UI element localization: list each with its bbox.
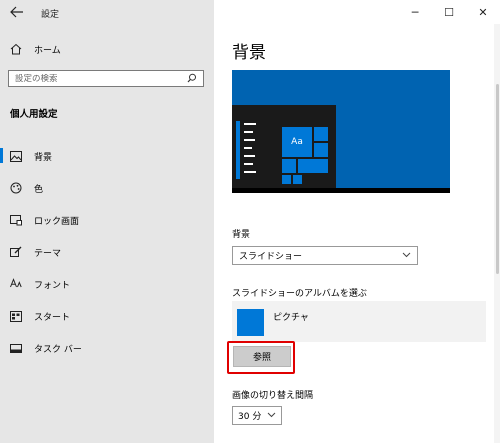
- sidebar-item-theme[interactable]: テーマ: [0, 236, 214, 268]
- search-icon[interactable]: [187, 72, 197, 86]
- search-input[interactable]: [15, 73, 175, 84]
- sidebar-item-label: テーマ: [34, 248, 62, 259]
- sidebar-item-label: 色: [34, 184, 44, 195]
- page-title: 背景: [232, 43, 266, 63]
- sidebar-item-label: フォント: [34, 280, 71, 291]
- maximize-icon[interactable]: ☐: [432, 0, 466, 24]
- theme-brush-icon: [10, 246, 22, 258]
- start-icon: [10, 310, 22, 322]
- sidebar-item-label: タスク バー: [34, 344, 82, 355]
- main-pane: ─ ☐ ✕ 背景 Aa 背景 スライドショー スライドショーのアルバムを選ぶ ピ…: [214, 0, 500, 443]
- preview-taskbar: [232, 188, 450, 193]
- sidebar-item-taskbar[interactable]: タスク バー: [0, 332, 214, 364]
- interval-value: 30 分: [238, 412, 262, 422]
- album-item[interactable]: ピクチャ: [232, 301, 486, 342]
- sidebar-nav: 背景 色 ロック画面 テーマ フォント スタート タスク バー: [0, 140, 214, 364]
- close-icon[interactable]: ✕: [466, 0, 500, 24]
- font-icon: [10, 278, 22, 290]
- sidebar-item-label: スタート: [34, 312, 71, 323]
- section-title: 個人用設定: [10, 109, 58, 120]
- home-link[interactable]: ホーム: [10, 41, 61, 57]
- chevron-down-icon: [267, 411, 276, 421]
- minimize-icon[interactable]: ─: [398, 0, 432, 24]
- preview-tile: Aa: [282, 127, 312, 157]
- album-name: ピクチャ: [273, 313, 309, 323]
- home-icon: [10, 43, 22, 55]
- sidebar-item-lock-screen[interactable]: ロック画面: [0, 204, 214, 236]
- sidebar-item-label: 背景: [34, 152, 53, 163]
- sidebar: 設定 ホーム 個人用設定 背景: [0, 0, 214, 443]
- search-box[interactable]: [8, 70, 204, 87]
- lock-screen-icon: [10, 214, 22, 226]
- background-value: スライドショー: [239, 252, 303, 262]
- sidebar-item-label: ロック画面: [34, 216, 80, 227]
- album-label: スライドショーのアルバムを選ぶ: [232, 289, 367, 299]
- background-dropdown[interactable]: スライドショー: [232, 246, 418, 265]
- preview-start-menu: Aa: [232, 105, 336, 193]
- scroll-thumb[interactable]: [496, 84, 499, 274]
- home-label: ホーム: [34, 45, 61, 56]
- browse-button[interactable]: 参照: [233, 346, 291, 367]
- sidebar-item-color[interactable]: 色: [0, 172, 214, 204]
- picture-icon: [10, 150, 22, 162]
- chevron-down-icon: [402, 251, 411, 261]
- back-arrow-icon[interactable]: [10, 6, 26, 20]
- album-thumbnail: [237, 309, 264, 336]
- sidebar-item-start[interactable]: スタート: [0, 300, 214, 332]
- interval-label: 画像の切り替え間隔: [232, 391, 314, 401]
- scrollbar[interactable]: [494, 24, 500, 443]
- desktop-preview: Aa: [232, 70, 450, 193]
- palette-icon: [10, 182, 22, 194]
- taskbar-icon: [10, 342, 22, 354]
- background-label: 背景: [232, 230, 251, 240]
- sidebar-item-background[interactable]: 背景: [0, 140, 214, 172]
- app-title: 設定: [41, 10, 60, 20]
- settings-window: 設定 ホーム 個人用設定 背景: [0, 0, 500, 443]
- interval-dropdown[interactable]: 30 分: [232, 406, 282, 425]
- window-controls: ─ ☐ ✕: [398, 0, 500, 24]
- sidebar-item-font[interactable]: フォント: [0, 268, 214, 300]
